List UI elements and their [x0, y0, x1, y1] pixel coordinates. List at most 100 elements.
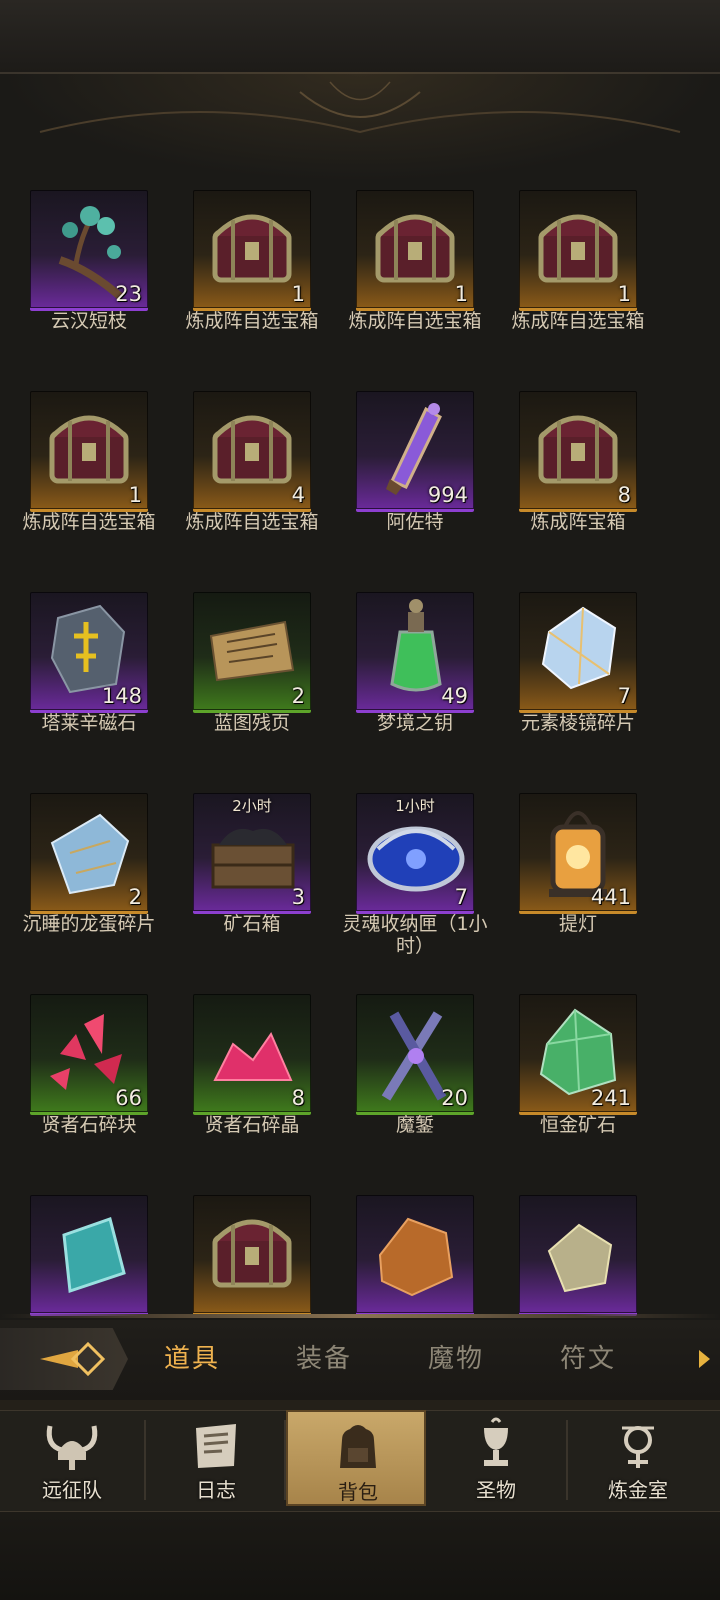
item-name: 阿佐特: [386, 511, 444, 533]
item-name: 炼成阵自选宝箱: [185, 310, 319, 332]
item-tile[interactable]: [356, 1195, 474, 1316]
inventory-slot[interactable]: 8 贤者石碎晶: [167, 986, 337, 1176]
item-count: 1: [128, 483, 142, 507]
item-count: 1: [291, 282, 305, 306]
inventory-slot[interactable]: 1 炼成阵自选宝箱: [4, 383, 174, 573]
inventory-slot[interactable]: 241 恒金矿石: [493, 986, 663, 1176]
inventory-slot[interactable]: 441 提灯: [493, 785, 663, 975]
item-count: 2: [128, 885, 142, 909]
item-tile[interactable]: 2: [193, 592, 311, 713]
inventory-slot[interactable]: 7 元素棱镜碎片: [493, 584, 663, 774]
item-count: 8: [617, 483, 631, 507]
nav-label: 背包: [338, 1480, 378, 1504]
item-count: 66: [115, 1086, 142, 1110]
item-tile[interactable]: [193, 1195, 311, 1316]
item-count: 20: [441, 1086, 468, 1110]
item-tile[interactable]: 49: [356, 592, 474, 713]
item-tile[interactable]: 148: [30, 592, 148, 713]
item-name: 云汉短枝: [50, 310, 127, 332]
item-tile[interactable]: 1: [193, 190, 311, 311]
item-count: 8: [291, 1086, 305, 1110]
top-frame: [0, 0, 720, 74]
item-name: 贤者石碎晶: [204, 1114, 300, 1136]
inventory-slot[interactable]: 1 炼成阵自选宝箱: [493, 182, 663, 372]
inventory-slot[interactable]: 8 炼成阵宝箱: [493, 383, 663, 573]
nav-alchemy[interactable]: 炼金室: [568, 1410, 708, 1506]
tab-monsters[interactable]: 魔物: [396, 1338, 516, 1375]
inventory-slot[interactable]: 994 阿佐特: [330, 383, 500, 573]
inventory-slot[interactable]: 2 沉睡的龙蛋碎片: [4, 785, 174, 975]
inventory-slot[interactable]: 49 梦境之钥: [330, 584, 500, 774]
inventory-slot[interactable]: 23 云汉短枝: [4, 182, 174, 372]
item-tile[interactable]: 1: [519, 190, 637, 311]
inventory-slot[interactable]: [330, 1187, 500, 1316]
item-count: 994: [427, 483, 468, 507]
inventory-slot[interactable]: [167, 1187, 337, 1316]
item-tile[interactable]: [519, 1195, 637, 1316]
inventory-slot[interactable]: 20 魔錾: [330, 986, 500, 1176]
item-count: 4: [291, 483, 305, 507]
item-count: 49: [441, 684, 468, 708]
nav-label: 炼金室: [608, 1478, 668, 1502]
item-tile[interactable]: 441: [519, 793, 637, 914]
chalice-icon: [484, 1417, 508, 1466]
item-count: 2: [291, 684, 305, 708]
item-tile[interactable]: 8: [193, 994, 311, 1115]
item-name: 元素棱镜碎片: [520, 712, 635, 734]
item-tile[interactable]: 20: [356, 994, 474, 1115]
inventory-slot[interactable]: 2小时 3 矿石箱: [167, 785, 337, 975]
item-name: 梦境之钥: [376, 712, 453, 734]
diamond-arrow-icon: [40, 1341, 106, 1377]
backpack-icon: [340, 1425, 376, 1468]
teal-crystal-icon: [62, 1217, 126, 1294]
nav-relics[interactable]: 圣物: [426, 1410, 566, 1506]
inventory-slot[interactable]: 148 塔莱辛磁石: [4, 584, 174, 774]
item-tile[interactable]: 4: [193, 391, 311, 512]
tab-items[interactable]: 道具: [132, 1338, 252, 1375]
item-tile[interactable]: 2小时 3: [193, 793, 311, 914]
item-tile[interactable]: 241: [519, 994, 637, 1115]
alchemy-icon: [622, 1426, 654, 1468]
bottom-frame: [0, 1512, 720, 1600]
chest-icon: [212, 1219, 292, 1288]
item-tile[interactable]: 7: [519, 592, 637, 713]
nav-backpack[interactable]: 背包: [286, 1410, 426, 1506]
item-count: 1: [617, 282, 631, 306]
tab-equipment[interactable]: 装备: [264, 1338, 384, 1375]
nav-label: 日志: [196, 1478, 236, 1502]
inventory-slot[interactable]: [4, 1187, 174, 1316]
inventory-slot[interactable]: 66 贤者石碎块: [4, 986, 174, 1176]
item-tile[interactable]: 8: [519, 391, 637, 512]
item-count: 148: [101, 684, 142, 708]
inventory-slot[interactable]: [493, 1187, 663, 1316]
item-count: 3: [291, 885, 305, 909]
nav-expedition[interactable]: 远征队: [2, 1410, 142, 1506]
item-tile[interactable]: 1小时 7: [356, 793, 474, 914]
top-ornament: [0, 72, 720, 182]
item-tile[interactable]: 23: [30, 190, 148, 311]
item-tile[interactable]: 66: [30, 994, 148, 1115]
item-name: 塔莱辛磁石: [41, 712, 137, 734]
nav-label: 远征队: [42, 1478, 102, 1502]
item-tile[interactable]: 1: [356, 190, 474, 311]
inventory-slot[interactable]: 4 炼成阵自选宝箱: [167, 383, 337, 573]
item-tile[interactable]: 994: [356, 391, 474, 512]
item-count: 241: [590, 1086, 631, 1110]
item-tile[interactable]: [30, 1195, 148, 1316]
tab-toggle-button[interactable]: [0, 1328, 128, 1390]
item-tile[interactable]: 2: [30, 793, 148, 914]
inventory-slot[interactable]: 1 炼成阵自选宝箱: [330, 182, 500, 372]
item-name: 炼成阵自选宝箱: [185, 511, 319, 533]
tab-divider: [0, 1314, 720, 1318]
item-name: 魔錾: [395, 1114, 434, 1136]
item-count: 441: [590, 885, 631, 909]
tab-scroll-right-icon[interactable]: [699, 1350, 710, 1368]
tab-runes[interactable]: 符文: [528, 1338, 648, 1375]
item-tile[interactable]: 1: [30, 391, 148, 512]
inventory-slot[interactable]: 2 蓝图残页: [167, 584, 337, 774]
item-count: 7: [617, 684, 631, 708]
inventory-slot[interactable]: 1小时 7 灵魂收纳匣（1小时）: [330, 785, 500, 975]
item-name: 提灯: [558, 913, 597, 935]
nav-journal[interactable]: 日志: [146, 1410, 286, 1506]
inventory-slot[interactable]: 1 炼成阵自选宝箱: [167, 182, 337, 372]
